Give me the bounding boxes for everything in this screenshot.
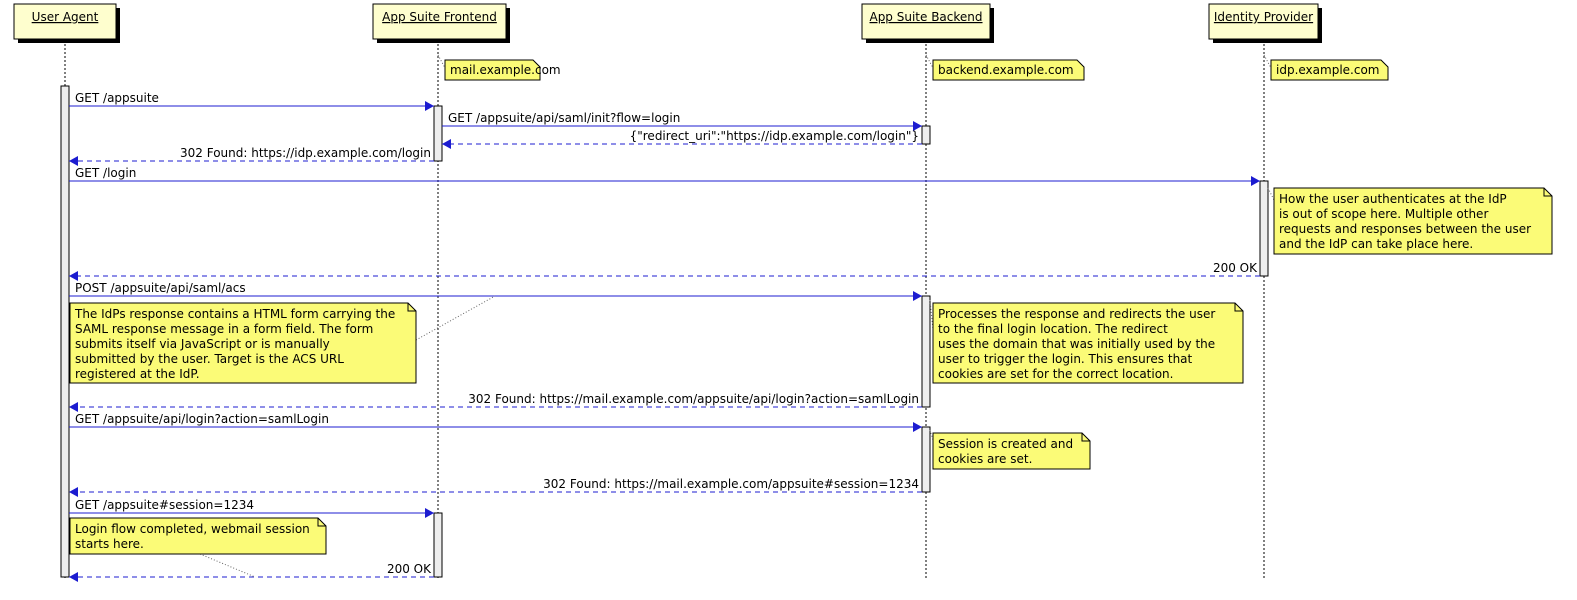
note-text-line: and the IdP can take place here. xyxy=(1279,237,1473,251)
note-text-line: Session is created and xyxy=(938,437,1073,451)
arrowhead-right-icon xyxy=(913,422,922,432)
message-label: 302 Found: https://mail.example.com/apps… xyxy=(543,477,919,491)
message-label: GET /appsuite/api/login?action=samlLogin xyxy=(75,412,329,426)
note-connector xyxy=(925,54,934,69)
arrowhead-left-icon xyxy=(69,271,78,281)
note-text-line: to the final login location. The redirec… xyxy=(938,322,1168,336)
message-label: 200 OK xyxy=(1213,261,1258,275)
note-text-line: user to trigger the login. This ensures … xyxy=(938,352,1193,366)
arrowhead-left-icon xyxy=(442,139,451,149)
activation-bar-ua xyxy=(60,85,70,578)
arrowhead-left-icon xyxy=(69,572,78,582)
participant-label-ua: User Agent xyxy=(32,10,99,24)
arrowhead-right-icon xyxy=(1251,176,1260,186)
message-label: {"redirect_uri":"https://idp.example.com… xyxy=(630,129,919,143)
arrowhead-left-icon xyxy=(69,487,78,497)
note-text-line: Login flow completed, webmail session xyxy=(75,522,310,536)
message-label: GET /login xyxy=(75,166,136,180)
activation-bar-fe xyxy=(433,512,443,578)
note-text-line: uses the domain that was initially used … xyxy=(938,337,1215,351)
activation-bar-be xyxy=(921,426,931,493)
message-label: 302 Found: https://mail.example.com/apps… xyxy=(468,392,919,406)
arrowhead-left-icon xyxy=(69,402,78,412)
sequence-diagram: User Agent App Suite Frontend mail.example… xyxy=(13,3,1553,582)
message-label: GET /appsuite xyxy=(75,91,159,105)
note-text-line: How the user authenticates at the IdP xyxy=(1279,192,1507,206)
note-text-line: submits itself via JavaScript or is manu… xyxy=(75,337,330,351)
note-connector xyxy=(415,295,496,341)
note-text-line: is out of scope here. Multiple other xyxy=(1279,207,1488,221)
note-text-line: cookies are set for the correct location… xyxy=(938,367,1173,381)
message-label: 200 OK xyxy=(387,562,432,576)
activation-bar-fe xyxy=(433,105,443,162)
note-text-line: submitted by the user. Target is the ACS… xyxy=(75,352,344,366)
activation-bar-idp xyxy=(1259,180,1269,277)
participant-label-idp: Identity Provider xyxy=(1214,10,1313,24)
message-label: GET /appsuite#session=1234 xyxy=(75,498,254,512)
message-label: GET /appsuite/api/saml/init?flow=login xyxy=(448,111,680,125)
message-label: 302 Found: https://idp.example.com/login xyxy=(180,146,431,160)
host-note-text: backend.example.com xyxy=(938,63,1074,77)
note-connector xyxy=(1267,187,1275,201)
arrowhead-right-icon xyxy=(913,291,922,301)
arrowhead-left-icon xyxy=(69,156,78,166)
host-note-text: mail.example.com xyxy=(450,63,561,77)
note-text-line: SAML response message in a form field. T… xyxy=(75,322,373,336)
message-label: POST /appsuite/api/saml/acs xyxy=(75,281,246,295)
arrowhead-right-icon xyxy=(425,101,434,111)
arrowhead-right-icon xyxy=(425,508,434,518)
note-text-line: registered at the IdP. xyxy=(75,367,200,381)
note-connector xyxy=(199,553,256,578)
note-text-line: cookies are set. xyxy=(938,452,1032,466)
note-text-line: The IdPs response contains a HTML form c… xyxy=(74,307,395,321)
host-note-text: idp.example.com xyxy=(1276,63,1379,77)
note-connector xyxy=(1263,54,1272,69)
note-text-line: starts here. xyxy=(75,537,144,551)
note-text-line: Processes the response and redirects the… xyxy=(938,307,1215,321)
activation-bar-be xyxy=(921,125,931,145)
participant-label-fe: App Suite Frontend xyxy=(382,10,497,24)
participant-label-be: App Suite Backend xyxy=(869,10,982,24)
activation-bar-be xyxy=(921,295,931,408)
note-text-line: requests and responses between the user xyxy=(1279,222,1531,236)
note-connector xyxy=(437,54,446,69)
